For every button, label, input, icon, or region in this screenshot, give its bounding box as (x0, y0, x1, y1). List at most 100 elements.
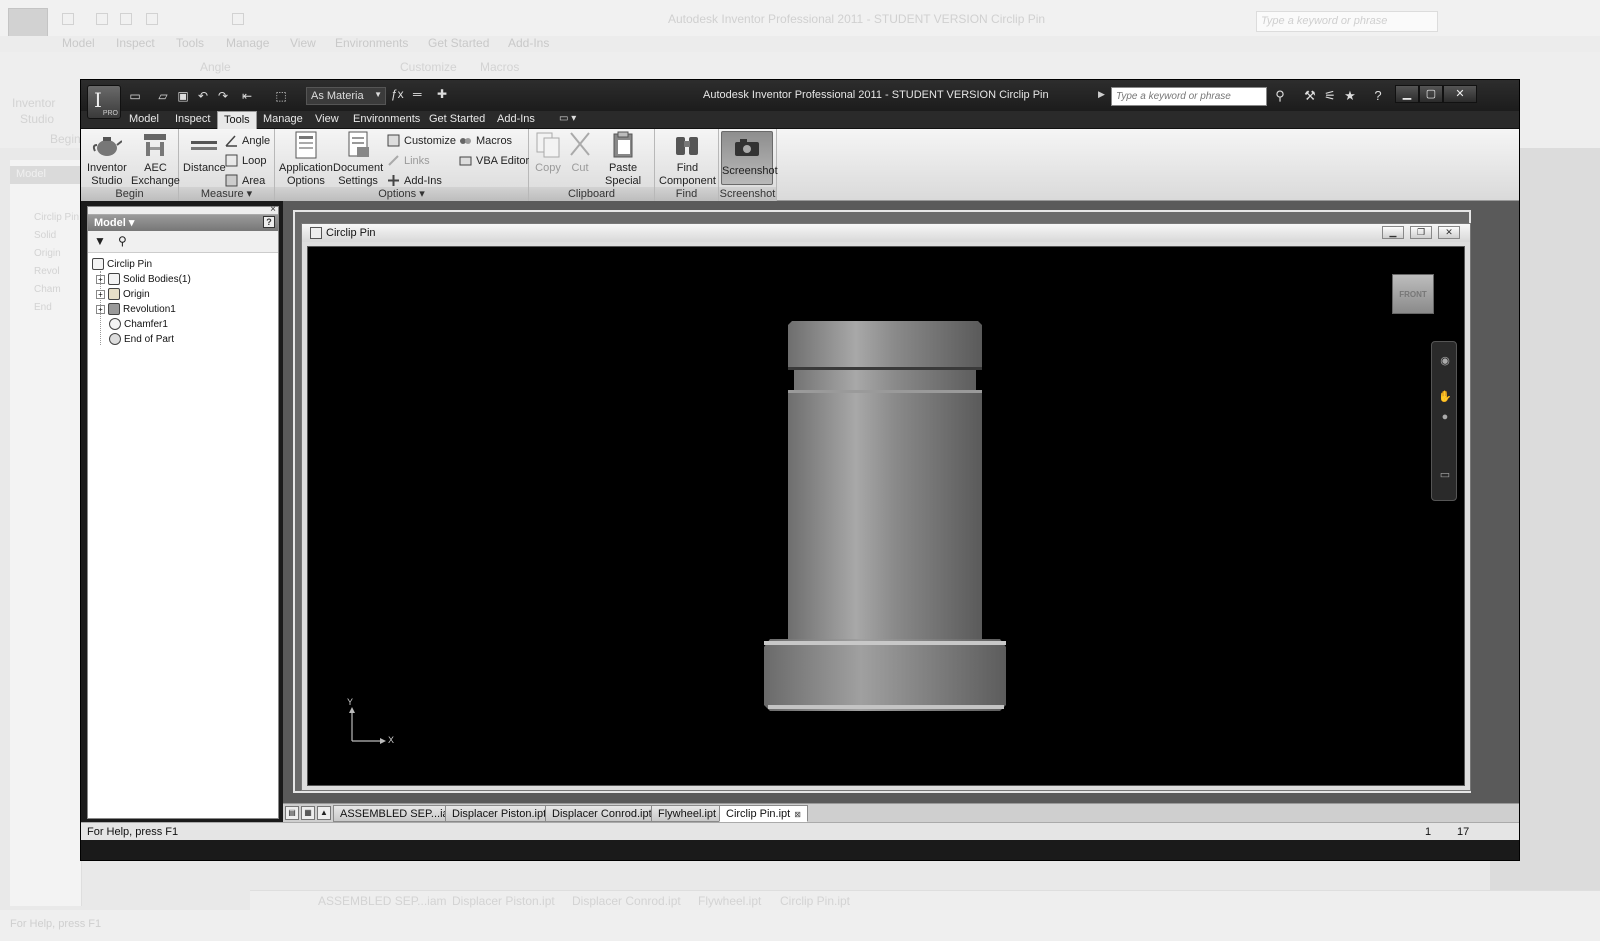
document-title: Circlip Pin (326, 227, 376, 239)
doc-close-button[interactable]: ✕ (1438, 226, 1460, 239)
tree-item-origin[interactable]: + Origin (96, 287, 150, 302)
find-binoculars-icon[interactable]: ⚲ (118, 234, 127, 248)
screenshot-button[interactable]: Screenshot (721, 131, 778, 185)
close-button[interactable]: ✕ (1443, 85, 1477, 103)
inventor-studio-button[interactable]: Inventor Studio (87, 131, 127, 188)
minimize-button[interactable]: ▁ (1395, 85, 1419, 103)
browser-help-icon[interactable]: ? (263, 216, 275, 228)
expand-plus-icon[interactable]: + (96, 289, 105, 299)
copy-label: Copy (535, 162, 561, 174)
tree-item-end-of-part[interactable]: End of Part (109, 332, 174, 347)
group-label-options[interactable]: Options ▾ (275, 187, 528, 201)
cascade-view-icon[interactable]: ▦ (301, 806, 315, 820)
tab-tools[interactable]: Tools (217, 111, 257, 130)
doc-restore-button[interactable]: ❐ (1410, 226, 1432, 239)
browser-title[interactable]: Model ▾ ? (88, 215, 278, 231)
new-icon[interactable]: ▭ (127, 88, 143, 104)
orbit-icon[interactable]: ▭ (1436, 466, 1454, 484)
macros-label: Macros (476, 135, 513, 147)
angle-button[interactable]: Angle (225, 133, 270, 149)
group-label-measure[interactable]: Measure ▾ (179, 187, 274, 201)
doc-tab[interactable]: Displacer Conrod.ipt (545, 805, 659, 822)
doc-tab[interactable]: Displacer Piston.ipt (445, 805, 554, 822)
tab-inspect[interactable]: Inspect (175, 113, 210, 125)
links-button[interactable]: Links (387, 153, 430, 169)
bg-status-text: For Help, press F1 (10, 918, 102, 930)
tab-get-started[interactable]: Get Started (429, 113, 485, 125)
area-icon (225, 174, 238, 187)
tab-environments[interactable]: Environments (353, 113, 420, 125)
add-icon[interactable]: ✚ (437, 87, 447, 101)
macros-button[interactable]: Macros (459, 133, 512, 149)
bg-tree-item: Circlip Pin (34, 212, 80, 223)
tab-model[interactable]: Model (129, 113, 159, 125)
tab-manage[interactable]: Manage (263, 113, 303, 125)
graphics-viewport[interactable]: FRONT ◉ ✋ ● ▭ Y X (307, 246, 1465, 786)
fx-parameters-icon[interactable]: ƒx (391, 87, 404, 101)
doc-tab-active[interactable]: Circlip Pin.ipt ⊠ (719, 805, 808, 822)
document-settings-icon (343, 131, 373, 159)
workspace: Circlip Pin ▁ ❐ ✕ FRONT ◉ ✋ ● ▭ Y X (283, 201, 1519, 803)
expand-plus-icon[interactable]: + (96, 274, 105, 284)
tree-item-label: Chamfer1 (124, 319, 168, 330)
wrench-icon[interactable]: ⚒ (1301, 87, 1319, 105)
maximize-button[interactable]: ▢ (1419, 85, 1443, 103)
open-icon[interactable]: ▱ (155, 88, 171, 104)
open-documents-icon[interactable]: ▲ (317, 806, 331, 820)
measure-group-label: Measure (200, 188, 244, 200)
aec-exchange-button[interactable]: AEC Exchange (131, 131, 180, 188)
application-menu-button[interactable]: I PRO (87, 85, 121, 119)
customize-button[interactable]: Customize (387, 133, 456, 149)
bg-titlebar: Autodesk Inventor Professional 2011 - ST… (0, 0, 1600, 46)
distance-label: Distance (183, 162, 226, 174)
undo-icon[interactable]: ↶ (195, 88, 211, 104)
cut-button[interactable]: Cut (565, 131, 595, 175)
tree-item-circlip-pin[interactable]: Circlip Pin (92, 257, 152, 272)
line-weight-icon[interactable]: ═ (413, 87, 422, 101)
copy-button[interactable]: Copy (533, 131, 563, 175)
bg-menu-item: Model (62, 36, 95, 50)
tab-close-icon[interactable]: ⊠ (794, 810, 801, 819)
paste-special-label-1: Paste (608, 162, 638, 174)
subscription-icon[interactable]: ⚟ (1321, 87, 1339, 105)
redo-icon[interactable]: ↷ (215, 88, 231, 104)
close-icon[interactable]: × (270, 204, 276, 215)
find-component-button[interactable]: Find Component (659, 131, 716, 188)
chamfer-icon (109, 318, 121, 331)
tree-item-revolution1[interactable]: + Revolution1 (96, 302, 176, 317)
favorites-star-icon[interactable]: ★ (1341, 87, 1359, 105)
return-icon[interactable]: ⇤ (239, 88, 255, 104)
save-icon[interactable]: ▣ (175, 88, 191, 104)
viewcube[interactable]: FRONT (1392, 274, 1434, 314)
tile-view-icon[interactable]: ▤ (285, 806, 299, 820)
doc-tab[interactable]: Flywheel.ipt (651, 805, 724, 822)
bg-menubar: Model Inspect Tools Manage View Environm… (0, 36, 1600, 52)
steering-wheel-icon[interactable]: ◉ (1436, 352, 1454, 370)
tree-item-chamfer1[interactable]: Chamfer1 (109, 317, 168, 332)
tab-add-ins[interactable]: Add-Ins (497, 113, 535, 125)
tree-item-solid-bodies[interactable]: + Solid Bodies(1) (96, 272, 191, 287)
binoculars-icon[interactable]: ⚲ (1271, 87, 1289, 105)
search-arrow-icon[interactable]: ▶ (1098, 89, 1105, 100)
select-icon[interactable]: ⬚ (273, 88, 289, 104)
filter-icon[interactable]: ▼ (94, 234, 106, 248)
material-select[interactable]: As Materia ▼ (306, 87, 386, 105)
ribbon-display-options-icon[interactable]: ▭ ▾ (559, 113, 576, 124)
application-options-button[interactable]: Application Options (279, 131, 333, 188)
customize-icon (387, 134, 400, 147)
tab-view[interactable]: View (315, 113, 339, 125)
search-input[interactable]: Type a keyword or phrase (1111, 87, 1267, 106)
loop-button[interactable]: Loop (225, 153, 266, 169)
circlip-pin-model[interactable] (308, 247, 1465, 786)
document-settings-button[interactable]: Document Settings (333, 131, 383, 188)
help-icon[interactable]: ? (1369, 87, 1387, 105)
zoom-icon[interactable]: ● (1436, 408, 1454, 426)
bg-menu-item: Add-Ins (508, 36, 550, 50)
distance-button[interactable]: Distance (183, 131, 226, 175)
paste-special-button[interactable]: Paste Special (605, 131, 641, 188)
bg-menu-item: Manage (226, 36, 270, 50)
vba-editor-button[interactable]: VBA Editor (459, 153, 529, 169)
expand-plus-icon[interactable]: + (96, 304, 105, 314)
pan-hand-icon[interactable]: ✋ (1436, 388, 1454, 406)
doc-minimize-button[interactable]: ▁ (1382, 226, 1404, 239)
